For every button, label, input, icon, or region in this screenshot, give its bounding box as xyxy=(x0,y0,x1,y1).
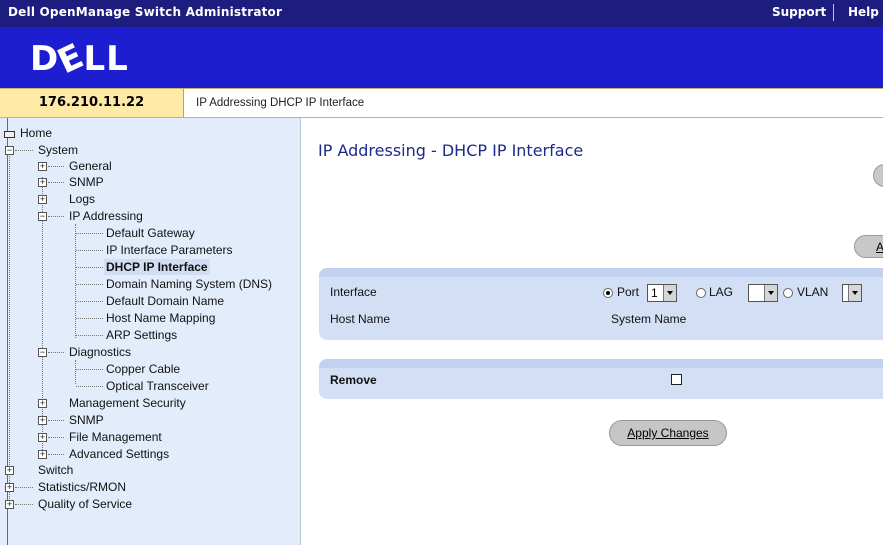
vlan-label: VLAN xyxy=(797,285,829,299)
dell-logo: DELL xyxy=(30,35,129,83)
tree-switch[interactable]: Switch xyxy=(38,462,73,478)
tree-line xyxy=(48,166,64,167)
dropdown-arrow-icon xyxy=(848,285,861,301)
tree-statistics-rmon[interactable]: Statistics/RMON xyxy=(38,479,126,495)
host-name-label: Host Name xyxy=(330,312,391,326)
expand-icon[interactable]: + xyxy=(5,483,14,492)
tree-line xyxy=(15,504,33,505)
support-link[interactable]: Support xyxy=(772,5,826,19)
tree-line xyxy=(48,437,64,438)
remove-checkbox[interactable] xyxy=(671,374,682,385)
expand-icon[interactable]: + xyxy=(5,466,14,475)
tree-line xyxy=(76,301,103,302)
collapse-icon[interactable]: − xyxy=(38,212,47,221)
tree-host-name-mapping[interactable]: Host Name Mapping xyxy=(106,310,215,326)
tree-line xyxy=(9,147,10,503)
tree-copper-cable[interactable]: Copper Cable xyxy=(106,361,180,377)
expand-icon[interactable]: + xyxy=(38,178,47,187)
add-button[interactable]: A xyxy=(854,235,883,258)
tree-line xyxy=(76,386,103,387)
tree-ip-interface-parameters[interactable]: IP Interface Parameters xyxy=(106,242,233,258)
tree-home[interactable]: Home xyxy=(20,125,52,141)
tree-arp-settings[interactable]: ARP Settings xyxy=(106,327,177,343)
tree-line xyxy=(48,182,64,183)
sidebar-edge xyxy=(0,118,8,545)
tree-default-domain-name[interactable]: Default Domain Name xyxy=(106,293,224,309)
device-ip-address: 176.210.11.22 xyxy=(0,88,184,118)
breadcrumb: IP Addressing DHCP IP Interface xyxy=(196,97,365,109)
tree-line xyxy=(76,284,103,285)
panel-header xyxy=(319,359,883,368)
help-link[interactable]: Help xyxy=(848,5,879,19)
tree-snmp[interactable]: SNMP xyxy=(69,412,104,428)
host-name-value: System Name xyxy=(611,312,687,326)
print-button[interactable] xyxy=(873,164,883,187)
tree-logs[interactable]: Logs xyxy=(69,191,95,207)
tree-ip-addressing[interactable]: IP Addressing xyxy=(69,208,143,224)
expand-icon[interactable]: + xyxy=(38,416,47,425)
port-select-value: 1 xyxy=(651,286,658,300)
tree-dns[interactable]: Domain Naming System (DNS) xyxy=(106,276,272,292)
panel-header xyxy=(319,268,883,277)
home-icon xyxy=(4,131,15,138)
tree-diagnostics[interactable]: Diagnostics xyxy=(69,344,131,360)
vlan-select[interactable] xyxy=(842,284,862,302)
tree-quality-of-service[interactable]: Quality of Service xyxy=(38,496,132,512)
port-radio[interactable] xyxy=(603,288,613,298)
interface-panel xyxy=(319,268,883,340)
tree-line xyxy=(15,487,33,488)
port-select[interactable]: 1 xyxy=(647,284,677,302)
tree-file-management[interactable]: File Management xyxy=(69,429,162,445)
tree-line xyxy=(76,233,103,234)
collapse-icon[interactable]: − xyxy=(38,348,47,357)
expand-icon[interactable]: + xyxy=(38,399,47,408)
remove-label: Remove xyxy=(330,373,377,387)
tree-default-gateway[interactable]: Default Gateway xyxy=(106,225,195,241)
tree-line xyxy=(15,150,33,151)
lag-radio[interactable] xyxy=(696,288,706,298)
app-title: Dell OpenManage Switch Administrator xyxy=(8,5,283,19)
expand-icon[interactable]: + xyxy=(5,500,14,509)
expand-icon[interactable]: + xyxy=(38,450,47,459)
tree-line xyxy=(76,250,103,251)
apply-changes-button[interactable]: Apply Changes xyxy=(609,420,727,446)
tree-line xyxy=(48,420,64,421)
tree-line xyxy=(75,224,76,338)
tree-line xyxy=(48,216,64,217)
lag-select[interactable] xyxy=(748,284,778,302)
dropdown-arrow-icon xyxy=(663,285,676,301)
remove-panel xyxy=(319,359,883,399)
tree-line xyxy=(48,352,64,353)
tree-line xyxy=(75,360,76,384)
breadcrumb-bar: IP Addressing DHCP IP Interface xyxy=(184,88,883,118)
banner: DELL xyxy=(0,27,883,88)
vlan-radio[interactable] xyxy=(783,288,793,298)
tree-line xyxy=(76,369,103,370)
expand-icon[interactable]: + xyxy=(38,162,47,171)
lag-label: LAG xyxy=(709,285,734,299)
tree-optical-transceiver[interactable]: Optical Transceiver xyxy=(106,378,209,394)
tree-general[interactable]: General xyxy=(69,158,112,174)
header-separator xyxy=(833,4,834,21)
port-label: Port xyxy=(617,285,640,299)
tree-line xyxy=(76,318,103,319)
tree-snmp-system[interactable]: SNMP xyxy=(69,174,104,190)
interface-label: Interface xyxy=(330,285,377,299)
tree-line xyxy=(76,267,103,268)
expand-icon[interactable]: + xyxy=(38,195,47,204)
tree-dhcp-ip-interface[interactable]: DHCP IP Interface xyxy=(104,259,210,275)
expand-icon[interactable]: + xyxy=(38,433,47,442)
tree-line xyxy=(76,335,103,336)
add-button-label: A xyxy=(876,240,883,254)
tree-management-security[interactable]: Management Security xyxy=(69,395,186,411)
tree-line xyxy=(48,454,64,455)
dropdown-arrow-icon xyxy=(764,285,777,301)
tree-advanced-settings[interactable]: Advanced Settings xyxy=(69,446,169,462)
tree-system[interactable]: System xyxy=(38,142,78,158)
page-title: IP Addressing - DHCP IP Interface xyxy=(318,141,584,160)
collapse-icon[interactable]: − xyxy=(5,146,14,155)
top-bar: Dell OpenManage Switch Administrator Sup… xyxy=(0,0,883,27)
